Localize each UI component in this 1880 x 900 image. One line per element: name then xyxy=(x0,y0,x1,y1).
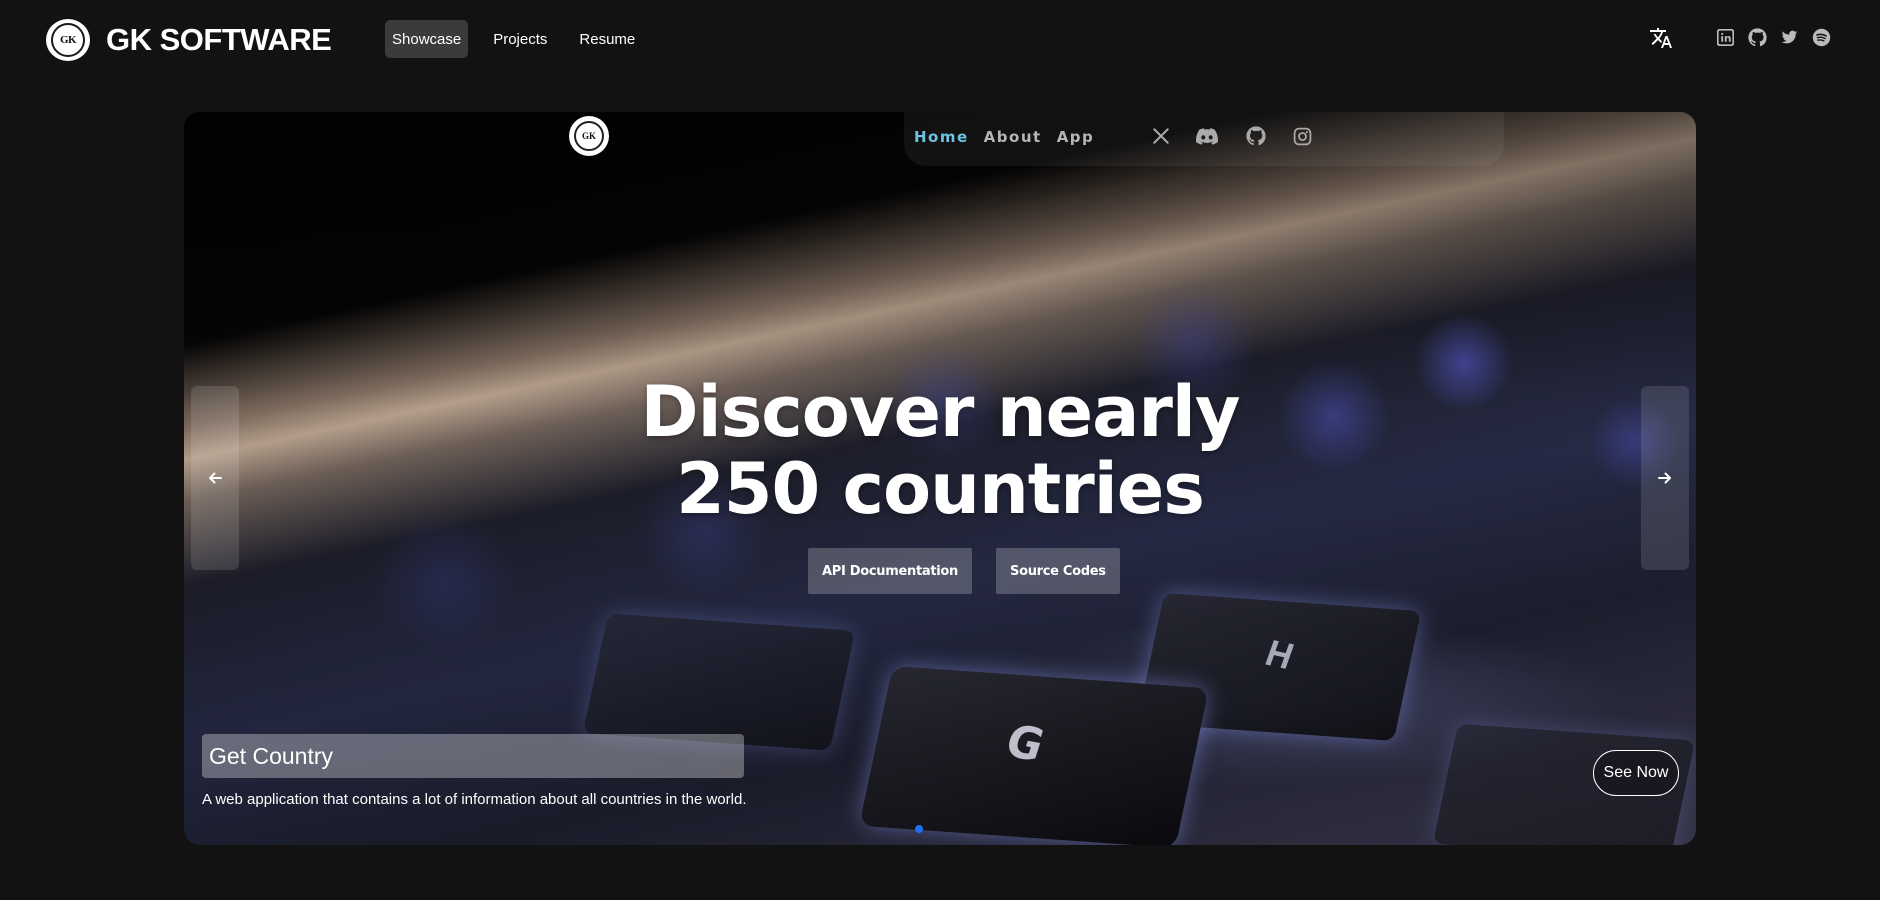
api-documentation-button: API Documentation xyxy=(808,548,972,594)
carousel-indicator[interactable] xyxy=(915,825,923,833)
arrow-left-icon xyxy=(209,472,222,484)
site-nav-home: Home xyxy=(914,128,969,146)
site-nav-app: App xyxy=(1056,128,1095,146)
social-links xyxy=(1716,28,1831,47)
github-icon xyxy=(1244,124,1268,148)
showcase-carousel: H G GK Home About App Discover nearly 25… xyxy=(184,112,1696,845)
site-nav-about: About xyxy=(983,128,1042,146)
top-navbar: GK GK SOFTWARE Showcase Projects Resume xyxy=(0,0,1880,78)
github-icon[interactable] xyxy=(1748,28,1767,47)
brand-logo-text: GK xyxy=(51,23,85,57)
hero-headline: Discover nearly 250 countries xyxy=(184,374,1696,528)
site-logo-text: GK xyxy=(574,121,604,151)
arrow-right-icon xyxy=(1658,472,1671,484)
brand-name: GK SOFTWARE xyxy=(106,22,332,57)
slide-caption-title: Get Country xyxy=(202,734,744,778)
discord-icon xyxy=(1195,124,1219,148)
source-codes-button: Source Codes xyxy=(996,548,1120,594)
main-nav: Showcase Projects Resume xyxy=(385,20,642,58)
hero-line-1: Discover nearly xyxy=(640,371,1240,453)
carousel-prev-button[interactable] xyxy=(191,386,239,570)
hero-buttons: API Documentation Source Codes xyxy=(808,548,1120,594)
nav-projects[interactable]: Projects xyxy=(486,20,554,58)
nav-showcase[interactable]: Showcase xyxy=(385,20,469,58)
x-icon xyxy=(1149,124,1173,148)
translate-icon[interactable] xyxy=(1649,26,1673,50)
carousel-next-button[interactable] xyxy=(1641,386,1689,570)
instagram-icon xyxy=(1290,124,1314,148)
hero-line-2: 250 countries xyxy=(676,448,1205,530)
site-nav: Home About App xyxy=(914,128,1094,146)
nav-resume[interactable]: Resume xyxy=(572,20,642,58)
twitter-icon[interactable] xyxy=(1780,28,1799,47)
linkedin-icon[interactable] xyxy=(1716,28,1735,47)
slide-caption-description: A web application that contains a lot of… xyxy=(202,791,747,808)
see-now-button[interactable]: See Now xyxy=(1593,750,1679,796)
brand-logo: GK xyxy=(46,19,90,61)
spotify-icon[interactable] xyxy=(1812,28,1831,47)
brand[interactable]: GK GK SOFTWARE xyxy=(46,19,332,61)
site-logo: GK xyxy=(569,116,609,156)
